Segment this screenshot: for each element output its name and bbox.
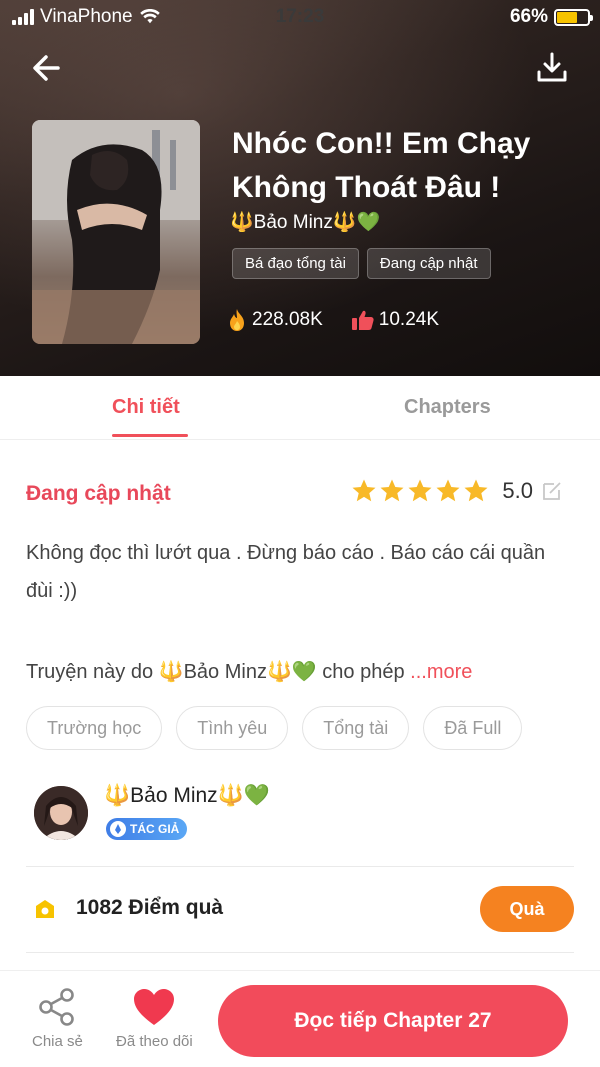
- active-tab-indicator: [112, 434, 188, 437]
- book-author[interactable]: 🔱Bảo Minz🔱💚: [230, 210, 380, 234]
- book-title: Nhóc Con!! Em Chạy Không Thoát Đâu !: [232, 127, 531, 204]
- status-tag[interactable]: Đang cập nhật: [366, 248, 491, 279]
- likes-stat: 10.24K: [351, 308, 439, 332]
- share-button[interactable]: Chia sẻ: [32, 987, 83, 1050]
- author-badge: TÁC GIẢ: [106, 818, 188, 840]
- back-button[interactable]: [28, 50, 68, 86]
- status-bar: VinaPhone 17:23 66%: [0, 0, 600, 34]
- gift-button[interactable]: Quà: [480, 886, 574, 932]
- bottom-action-bar: Chia sẻ Đã theo dõi Đọc tiếp Chapter 27: [0, 970, 600, 1067]
- views-stat: 228.08K: [226, 308, 323, 332]
- author-badge-label: TÁC GIẢ: [130, 822, 180, 836]
- rating: 5.0: [351, 478, 564, 504]
- book-stats: 228.08K 10.24K: [226, 308, 439, 332]
- continue-reading-button[interactable]: Đọc tiếp Chapter 27: [218, 985, 568, 1057]
- battery-icon: [554, 8, 593, 26]
- chip-completed[interactable]: Đã Full: [423, 706, 523, 750]
- chip-school[interactable]: Trường học: [26, 706, 163, 750]
- arrow-left-icon: [33, 55, 60, 81]
- more-link[interactable]: ...more: [410, 661, 472, 683]
- permission-note: Truyện này do 🔱Bảo Minz🔱💚 cho phép ...mo…: [26, 654, 586, 690]
- download-icon: [537, 52, 567, 82]
- edit-rating-icon[interactable]: [540, 479, 564, 503]
- thumbs-up-icon: [351, 310, 374, 330]
- author-avatar[interactable]: [34, 786, 88, 840]
- star-rating-icons: [352, 479, 488, 502]
- views-count: 228.08K: [252, 309, 323, 330]
- avatar-image: [34, 786, 88, 840]
- update-status: Đang cập nhật: [26, 482, 171, 505]
- topic-chips: Trường học Tình yêu Tổng tài Đã Full: [26, 706, 523, 750]
- gift-points-icon: [36, 900, 54, 918]
- hero-header: VinaPhone 17:23 66% Nhóc Con!! Em Chạy K…: [0, 0, 600, 376]
- share-label: Chia sẻ: [32, 1033, 83, 1050]
- gift-points-text: 1082 Điểm quà: [76, 896, 224, 919]
- chip-romance[interactable]: Tình yêu: [176, 706, 289, 750]
- follow-label: Đã theo dõi: [116, 1033, 193, 1050]
- fire-icon: [230, 309, 244, 331]
- author-name[interactable]: 🔱Bảo Minz🔱💚: [104, 784, 270, 808]
- tab-chapters[interactable]: Chapters: [404, 396, 491, 419]
- permission-text: Truyện này do 🔱Bảo Minz🔱💚 cho phép: [26, 661, 411, 683]
- tab-bar: Chi tiết Chapters: [0, 376, 600, 440]
- heart-icon: [134, 989, 175, 1025]
- share-icon: [39, 988, 75, 1026]
- tab-details[interactable]: Chi tiết: [112, 396, 180, 419]
- book-cover[interactable]: [32, 120, 200, 344]
- gift-points-row: 1082 Điểm quà Quà: [26, 884, 574, 934]
- divider: [26, 952, 574, 953]
- chip-ceo[interactable]: Tổng tài: [302, 706, 410, 750]
- rating-value: 5.0: [502, 478, 533, 503]
- follow-button[interactable]: Đã theo dõi: [116, 987, 193, 1050]
- divider: [26, 866, 574, 867]
- book-description: Không đọc thì lướt qua . Đừng báo cáo . …: [26, 542, 546, 602]
- download-button[interactable]: [532, 50, 572, 86]
- cover-image: [32, 120, 200, 344]
- genre-tags: Bá đạo tổng tài Đang cập nhật: [232, 248, 491, 279]
- pen-icon: [110, 821, 126, 837]
- likes-count: 10.24K: [378, 309, 440, 330]
- genre-tag[interactable]: Bá đạo tổng tài: [232, 248, 359, 279]
- battery-percent: 66%: [509, 6, 548, 27]
